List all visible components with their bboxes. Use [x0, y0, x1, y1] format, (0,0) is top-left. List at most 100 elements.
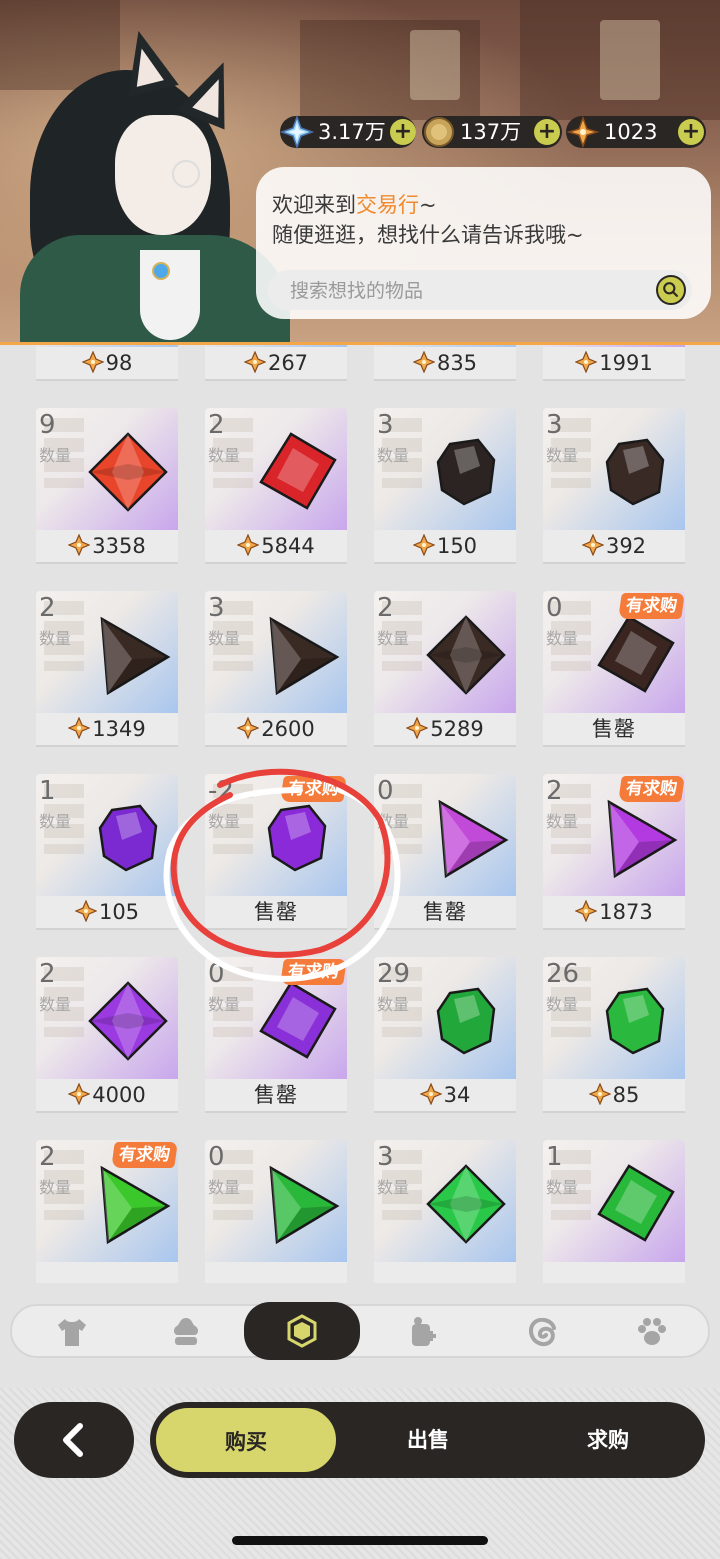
item-card[interactable]: 3 数量 392 — [543, 408, 685, 566]
item-card[interactable]: 1 数量 — [543, 1140, 685, 1283]
tab-materials[interactable] — [372, 1306, 472, 1356]
item-thumbnail: 3 数量 — [374, 1140, 516, 1262]
item-card[interactable]: -2 数量 有求购 售罄 — [205, 774, 347, 932]
item-thumbnail: 3 数量 — [205, 591, 347, 713]
item-quantity: 2 — [39, 1142, 56, 1172]
item-price-row: 1349 — [36, 713, 178, 747]
item-thumbnail: 0 数量 有求购 — [205, 957, 347, 1079]
item-price: 835 — [436, 351, 478, 375]
tab-gems[interactable] — [244, 1302, 360, 1360]
star-shard-icon — [68, 534, 91, 556]
item-quantity: 0 — [546, 593, 563, 623]
crystal-icon — [280, 115, 314, 149]
purple-stone-icon — [267, 804, 327, 872]
item-card[interactable]: 0 数量 售罄 — [374, 774, 516, 932]
item-card[interactable]: 1 数量 105 — [36, 774, 178, 932]
header-scene: 3.17万 + 137万 + 1023 + 欢迎来到交易行~ 随便逛逛，想找什么… — [0, 0, 720, 345]
item-card[interactable]: 0 数量 有求购 售罄 — [543, 591, 685, 749]
item-card[interactable]: 2 数量 1349 — [36, 591, 178, 749]
item-price: 392 — [605, 534, 647, 558]
item-thumbnail: 2 数量 — [205, 408, 347, 530]
item-quantity-label: 数量 — [208, 995, 241, 1014]
item-price: 1873 — [599, 900, 653, 924]
tab-clothing[interactable] — [22, 1306, 122, 1356]
item-quantity-label: 数量 — [208, 629, 241, 648]
add-gold-button[interactable]: + — [534, 119, 560, 145]
tab-pets[interactable] — [602, 1306, 702, 1356]
item-quantity: 3 — [377, 1142, 394, 1172]
add-crystal-button[interactable]: + — [390, 119, 416, 145]
purple-triangle-gem-icon — [438, 799, 509, 879]
black-diamond-gem-icon — [426, 615, 506, 695]
item-quantity-label: 数量 — [39, 995, 72, 1014]
item-thumbnail: 9 数量 — [36, 408, 178, 530]
item-thumbnail: 1 数量 — [36, 774, 178, 896]
item-card[interactable]: 3 数量 2600 — [205, 591, 347, 749]
dialog-line-2: 随便逛逛，想找什么请告诉我哦~ — [272, 223, 584, 247]
item-quantity: 2 — [39, 593, 56, 623]
sold-out-label: 售罄 — [254, 1083, 298, 1107]
item-thumbnail: 2 数量 有求购 — [543, 774, 685, 896]
item-thumbnail: 0 数量 有求购 — [543, 591, 685, 713]
buy-request-badge: 有求购 — [280, 776, 347, 802]
currency-crystal: 3.17万 + — [280, 115, 416, 149]
item-price: 1349 — [92, 717, 146, 741]
item-price: 1991 — [599, 351, 653, 375]
star-shard-icon — [68, 1083, 91, 1105]
item-price: 2600 — [261, 717, 315, 741]
item-card[interactable]: 2 数量 4000 — [36, 957, 178, 1115]
star-shard-icon — [575, 900, 598, 922]
item-card[interactable]: 29 数量 34 — [374, 957, 516, 1115]
item-card[interactable]: 267 — [205, 345, 347, 383]
tab-food[interactable] — [136, 1306, 236, 1356]
black-cube-gem-icon — [597, 615, 675, 693]
search-button[interactable] — [656, 275, 686, 305]
search-input[interactable] — [288, 270, 652, 312]
item-card[interactable]: 3 数量 150 — [374, 408, 516, 566]
item-price: 5844 — [261, 534, 315, 558]
request-button[interactable]: 求购 — [518, 1402, 698, 1478]
item-card[interactable]: 1991 — [543, 345, 685, 383]
back-button[interactable] — [14, 1402, 134, 1478]
item-card[interactable]: 2 数量 5289 — [374, 591, 516, 749]
star-shard-icon — [575, 351, 598, 373]
item-card[interactable]: 98 — [36, 345, 178, 383]
gold-amount: 137万 — [460, 120, 522, 144]
item-price-row: 1991 — [543, 347, 685, 381]
purple-stone-icon — [98, 804, 158, 872]
item-quantity-label: 数量 — [377, 995, 410, 1014]
item-card[interactable]: 3 数量 — [374, 1140, 516, 1283]
item-card[interactable]: 2 数量 5844 — [205, 408, 347, 566]
purple-diamond-gem-icon — [88, 981, 168, 1061]
item-card[interactable]: 9 数量 3358 — [36, 408, 178, 566]
item-thumbnail: -2 数量 有求购 — [205, 774, 347, 896]
item-card[interactable]: 2 数量 有求购 1873 — [543, 774, 685, 932]
bag-icon — [412, 1317, 436, 1346]
item-card[interactable]: 835 — [374, 345, 516, 383]
purple-triangle-gem-icon — [607, 799, 678, 879]
trade-mode-bar: 购买 出售 求购 — [150, 1402, 705, 1478]
tab-dye[interactable] — [492, 1306, 592, 1356]
black-triangle-gem-icon — [269, 616, 340, 696]
star-shard-icon — [566, 115, 600, 149]
sold-out-label: 售罄 — [254, 900, 298, 924]
item-card[interactable]: 26 数量 85 — [543, 957, 685, 1115]
green-cube-gem-icon — [597, 1164, 675, 1242]
buy-request-badge: 有求购 — [280, 959, 347, 985]
item-thumbnail: 3 数量 — [374, 408, 516, 530]
purple-cube-gem-icon — [259, 981, 337, 1059]
item-quantity-label: 数量 — [377, 812, 410, 831]
item-quantity-label: 数量 — [546, 1178, 579, 1197]
item-quantity-label: 数量 — [208, 812, 241, 831]
sold-out-label: 售罄 — [423, 900, 467, 924]
buy-button[interactable]: 购买 — [154, 1406, 338, 1474]
buy-request-badge: 有求购 — [618, 593, 685, 619]
item-card[interactable]: 0 数量 — [205, 1140, 347, 1283]
chevron-left-icon — [63, 1423, 83, 1457]
search-icon — [663, 282, 678, 297]
item-quantity-label: 数量 — [546, 995, 579, 1014]
item-card[interactable]: 2 数量 有求购 — [36, 1140, 178, 1283]
add-star-shard-button[interactable]: + — [678, 119, 704, 145]
sell-button[interactable]: 出售 — [338, 1402, 518, 1478]
item-card[interactable]: 0 数量 有求购 售罄 — [205, 957, 347, 1115]
